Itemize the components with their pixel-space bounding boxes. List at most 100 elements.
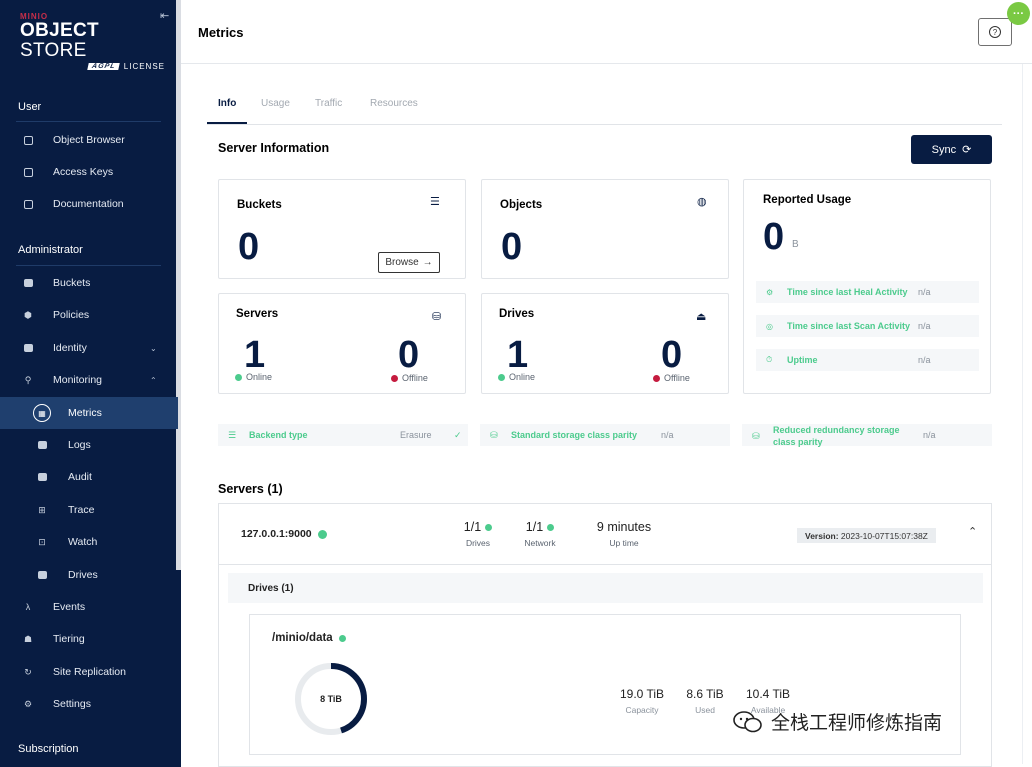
check-icon: ✓ [454,430,462,440]
server-uptime-label: Up time [609,538,639,548]
key-icon [22,166,34,178]
tab-info[interactable]: Info [218,98,236,109]
sidebar-item-documentation[interactable]: Documentation [0,190,178,218]
drives-subheader-title: Drives (1) [248,583,294,594]
tiering-icon: ☗ [23,633,33,644]
tab-traffic[interactable]: Traffic [315,98,342,109]
sidebar-item-tiering[interactable]: ☗ Tiering [0,625,178,653]
version-value: 2023-10-07T15:07:38Z [840,530,928,541]
sidebar-item-drives[interactable]: Drives [0,561,178,589]
scan-activity-value: n/a [918,321,931,331]
page-header: Metrics ? [181,0,1032,64]
drive-status-dot [338,634,346,642]
version-badge: Version: 2023-10-07T15:07:38Z [797,528,936,543]
divider [16,121,161,122]
sidebar-item-logs[interactable]: Logs [0,431,178,459]
servers-section-title: Servers (1) [218,482,283,496]
online-label: Online [509,372,536,382]
section-user: User [18,101,42,113]
tab-usage[interactable]: Usage [261,98,290,109]
sidebar-item-settings[interactable]: ⚙ Settings [0,690,178,718]
rr-parity-strip: ⛁ Reduced redundancy storage class parity… [742,424,992,448]
rr-parity-value: n/a [923,430,936,440]
sidebar-item-access-keys[interactable]: Access Keys [0,158,178,186]
servers-label: Servers [236,308,279,320]
watch-icon: ⊡ [38,536,46,547]
sidebar-item-audit[interactable]: Audit [0,463,178,491]
drive-path-text: /minio/data [272,632,333,644]
sidebar-item-policies[interactable]: ⬢ Policies [0,301,178,329]
offline-dot [391,374,398,382]
sidebar-item-label: Metrics [68,407,102,419]
sidebar-item-label: Site Replication [53,666,126,678]
sidebar-item-label: Policies [53,309,90,321]
servers-online-count: 1 [244,334,266,376]
folder-icon [22,134,34,146]
server-network-value: 1/1 [525,520,544,534]
agpl-badge: AGPL [87,63,121,70]
server-uptime-value: 9 minutes [596,520,652,534]
help-button[interactable]: ? [978,18,1012,46]
chevron-up-icon[interactable]: ⌃ [150,376,157,385]
sidebar: MINIO OBJECT STORE AGPL LICENSE ⇤ User O… [0,0,181,767]
collapse-sidebar-icon[interactable]: ⇤ [160,9,169,22]
tab-bar: Info Usage Traffic Resources [207,88,1002,125]
storage-icon: ⛁ [752,431,760,441]
sidebar-item-object-browser[interactable]: Object Browser [0,126,178,154]
chevron-down-icon[interactable]: ⌄ [150,344,157,353]
sidebar-item-site-replication[interactable]: ↻ Site Replication [0,658,178,686]
backend-type-label: Backend type [249,430,308,440]
sidebar-item-label: Drives [68,569,98,581]
sidebar-item-watch[interactable]: ⊡ Watch [0,528,178,556]
rr-parity-label-line1: Reduced redundancy storage [773,425,900,435]
sidebar-item-identity[interactable]: Identity ⌄ [0,334,178,362]
status-dot [485,523,493,531]
gear-icon: ⚙ [23,698,33,709]
logs-icon [36,439,48,451]
main-scrollbar[interactable] [1022,64,1028,764]
sync-button[interactable]: Sync ⟳ [911,135,992,164]
arrow-right-icon: → [422,257,433,268]
objects-icon: ◍ [697,196,707,208]
sidebar-item-metrics[interactable]: ▦ Metrics [0,397,178,429]
heal-icon: ⚙ [766,287,774,297]
online-label: Online [246,372,273,382]
sidebar-item-trace[interactable]: ⊞ Trace [0,496,178,524]
drive-available-value: 10.4 TiB [745,687,791,701]
sidebar-item-monitoring[interactable]: ⚲ Monitoring ⌃ [0,366,178,394]
server-drives-label: Drives [465,538,491,548]
server-uptime-stat: 9 minutes Up time [581,520,667,548]
offline-dot [653,374,660,382]
browse-button[interactable]: Browse → [378,252,440,273]
servers-offline-count: 0 [398,334,420,376]
offline-label: Offline [402,373,428,383]
drive-usage-donut: 8 TiB [295,663,367,735]
more-options-badge[interactable]: ··· [1007,2,1030,25]
server-address-text: 127.0.0.1:9000 [241,528,312,540]
tab-resources[interactable]: Resources [370,98,418,109]
shield-icon: ⬢ [24,309,32,320]
sidebar-item-events[interactable]: λ Events [0,593,178,621]
standard-parity-label: Standard storage class parity [511,430,638,440]
drive-used-label: Used [695,705,715,715]
sidebar-item-label: Settings [53,698,91,710]
server-drives-stat: 1/1 Drives [458,520,498,548]
audit-icon [36,471,48,483]
sidebar-item-label: Documentation [53,198,124,210]
sidebar-item-buckets[interactable]: Buckets [0,269,178,297]
chevron-up-icon[interactable]: ⌃ [968,525,977,538]
license-text: LICENSE [123,62,165,71]
server-row[interactable]: 127.0.0.1:9000 1/1 Drives 1/1 Network 9 … [219,504,991,565]
online-dot [498,373,505,381]
page-title: Metrics [198,25,244,40]
brand-product: OBJECT STORE [20,21,165,61]
reported-usage-value: 0 [763,216,785,258]
list-icon: ☰ [228,430,237,440]
sidebar-item-label: Audit [68,471,92,483]
sidebar-item-label: Monitoring [53,374,103,386]
standard-parity-strip: ⛁ Standard storage class parity n/a [480,424,730,446]
wechat-watermark: 全栈工程师修炼指南 [733,708,942,735]
rr-parity-label: Reduced redundancy storage class parity [773,424,900,448]
sidebar-item-label: Object Browser [53,134,125,146]
drives-online-count: 1 [507,334,529,376]
